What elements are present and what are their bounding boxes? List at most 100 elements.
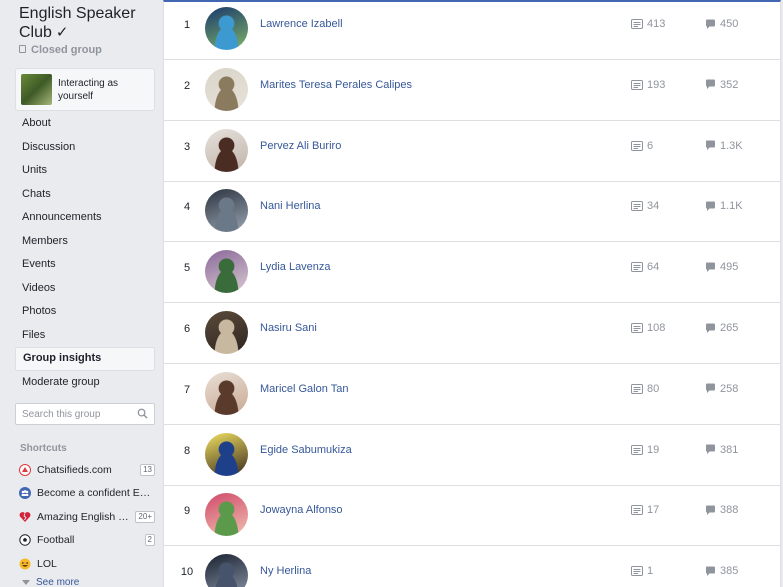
comment-count: 388: [705, 504, 738, 516]
group-title-text[interactable]: English Speaker Club: [19, 5, 136, 41]
post-icon: [631, 140, 643, 151]
search-input[interactable]: [22, 407, 132, 421]
member-row: 5 Lydia Lavenza 64 495: [164, 242, 780, 304]
sidebar-item-files[interactable]: Files: [15, 324, 155, 348]
comment-icon: [705, 444, 716, 455]
avatar[interactable]: [205, 432, 248, 476]
member-rank: 9: [183, 505, 191, 518]
post-count: 1: [631, 565, 653, 577]
avatar[interactable]: [205, 311, 248, 354]
comment-icon: [705, 505, 716, 516]
avatar[interactable]: [205, 189, 248, 233]
member-rank: 5: [183, 262, 191, 275]
post-icon: [631, 79, 643, 90]
comment-count: 1.1K: [705, 200, 743, 212]
group-privacy-label: Closed group: [19, 44, 102, 56]
avatar[interactable]: [205, 128, 248, 172]
sidebar-item-announcements[interactable]: Announcements: [15, 206, 155, 230]
avatar[interactable]: [205, 493, 248, 537]
sidebar-item-members[interactable]: Members: [15, 230, 155, 254]
sidebar-item-videos[interactable]: Videos: [15, 277, 155, 301]
post-count: 17: [631, 504, 659, 516]
comment-count-value: 450: [720, 18, 739, 30]
notification-count-badge: 20+: [135, 510, 155, 523]
shortcut-label[interactable]: Football: [37, 534, 141, 546]
group-title[interactable]: English Speaker Club ✓: [19, 4, 159, 42]
sidebar-item-chats[interactable]: Chats: [15, 183, 155, 207]
shortcut-item[interactable]: Become a confident En…: [18, 482, 155, 506]
shortcut-item[interactable]: Football 2: [18, 529, 155, 553]
sidebar-item-moderate-group[interactable]: Moderate group: [15, 371, 155, 395]
sidebar-item-events[interactable]: Events: [15, 253, 155, 277]
post-icon: [631, 566, 643, 577]
post-count-value: 193: [647, 78, 666, 91]
sidebar-item-group-insights[interactable]: Group insights: [15, 347, 155, 371]
avatar[interactable]: [205, 7, 248, 50]
post-icon: [631, 444, 643, 455]
laughing-emoji-icon: [18, 557, 31, 570]
notification-count-badge: 2: [144, 534, 155, 547]
avatar[interactable]: [205, 554, 248, 587]
post-count-value: 34: [647, 200, 660, 213]
member-name-link[interactable]: Jowayna Alfonso: [260, 504, 343, 516]
post-count-value: 1: [647, 565, 654, 578]
comment-icon: [705, 566, 716, 577]
comment-count: 258: [705, 383, 738, 395]
search-icon[interactable]: [137, 408, 148, 419]
comment-count-value: 1.1K: [720, 200, 743, 213]
shortcut-item[interactable]: LOL: [18, 552, 155, 576]
member-name-link[interactable]: Marites Teresa Perales Calipes: [260, 79, 412, 91]
chevron-down-icon: [22, 580, 30, 585]
post-count: 413: [631, 18, 665, 30]
verified-check-icon: ✓: [55, 24, 69, 41]
see-more-label[interactable]: See more: [36, 577, 79, 587]
comment-count-value: 352: [720, 78, 739, 91]
shortcut-label[interactable]: Become a confident En…: [37, 487, 155, 499]
member-name-link[interactable]: Lydia Lavenza: [260, 261, 331, 273]
group-privacy-text: Closed group: [31, 44, 102, 56]
sidebar-item-photos[interactable]: Photos: [15, 300, 155, 324]
post-count: 6: [631, 140, 653, 152]
shortcut-label[interactable]: LOL: [37, 558, 155, 570]
sidebar-item-units[interactable]: Units: [15, 159, 155, 183]
sidebar-item-discussion[interactable]: Discussion: [15, 136, 155, 160]
comment-count-value: 265: [720, 322, 739, 334]
member-name-link[interactable]: Nani Herlina: [260, 200, 321, 212]
comment-count-value: 495: [720, 261, 739, 274]
member-row: 1 Lawrence Izabell 413 450: [164, 0, 780, 60]
member-name-link[interactable]: Lawrence Izabell: [260, 18, 343, 30]
comment-icon: [705, 201, 716, 212]
avatar[interactable]: [205, 250, 248, 294]
comment-count-value: 258: [720, 382, 739, 395]
comment-icon: [705, 383, 716, 394]
avatar[interactable]: [205, 371, 248, 415]
see-more-link[interactable]: See more: [22, 577, 79, 587]
shortcut-item[interactable]: Chatsifieds.com 13: [18, 458, 155, 482]
member-row: 7 Maricel Galon Tan 80 258: [164, 364, 780, 425]
shortcut-label[interactable]: Amazing English C…: [37, 511, 131, 523]
shortcut-label[interactable]: Chatsifieds.com: [37, 464, 136, 476]
sidebar-item-about[interactable]: About: [15, 112, 155, 136]
member-name-link[interactable]: Pervez Ali Buriro: [260, 140, 341, 152]
comment-count: 1.3K: [705, 140, 743, 152]
member-name-link[interactable]: Nasiru Sani: [260, 322, 317, 334]
comment-count: 381: [705, 444, 738, 456]
post-count: 80: [631, 383, 659, 395]
comment-count-value: 1.3K: [720, 139, 743, 152]
interacting-as-selector[interactable]: Interacting as yourself: [15, 68, 155, 111]
member-row: 9 Jowayna Alfonso 17 388: [164, 485, 780, 547]
group-search[interactable]: [15, 403, 155, 425]
comment-count-value: 388: [720, 504, 739, 517]
member-row: 8 Egide Sabumukiza 19 381: [164, 425, 780, 486]
post-count: 64: [631, 261, 659, 273]
member-name-link[interactable]: Egide Sabumukiza: [260, 444, 352, 456]
member-rank: 1: [183, 19, 191, 31]
member-name-link[interactable]: Ny Herlina: [260, 565, 311, 577]
avatar[interactable]: [205, 67, 248, 111]
shortcut-item[interactable]: Amazing English C… 20+: [18, 505, 155, 529]
group-nav: About Discussion Units Chats Announcements Me…: [15, 112, 155, 394]
member-row: 6 Nasiru Sani 108 265: [164, 303, 780, 364]
member-row: 4 Nani Herlina 34 1.1K: [164, 181, 780, 243]
comment-count: 495: [705, 261, 738, 273]
member-name-link[interactable]: Maricel Galon Tan: [260, 383, 348, 395]
